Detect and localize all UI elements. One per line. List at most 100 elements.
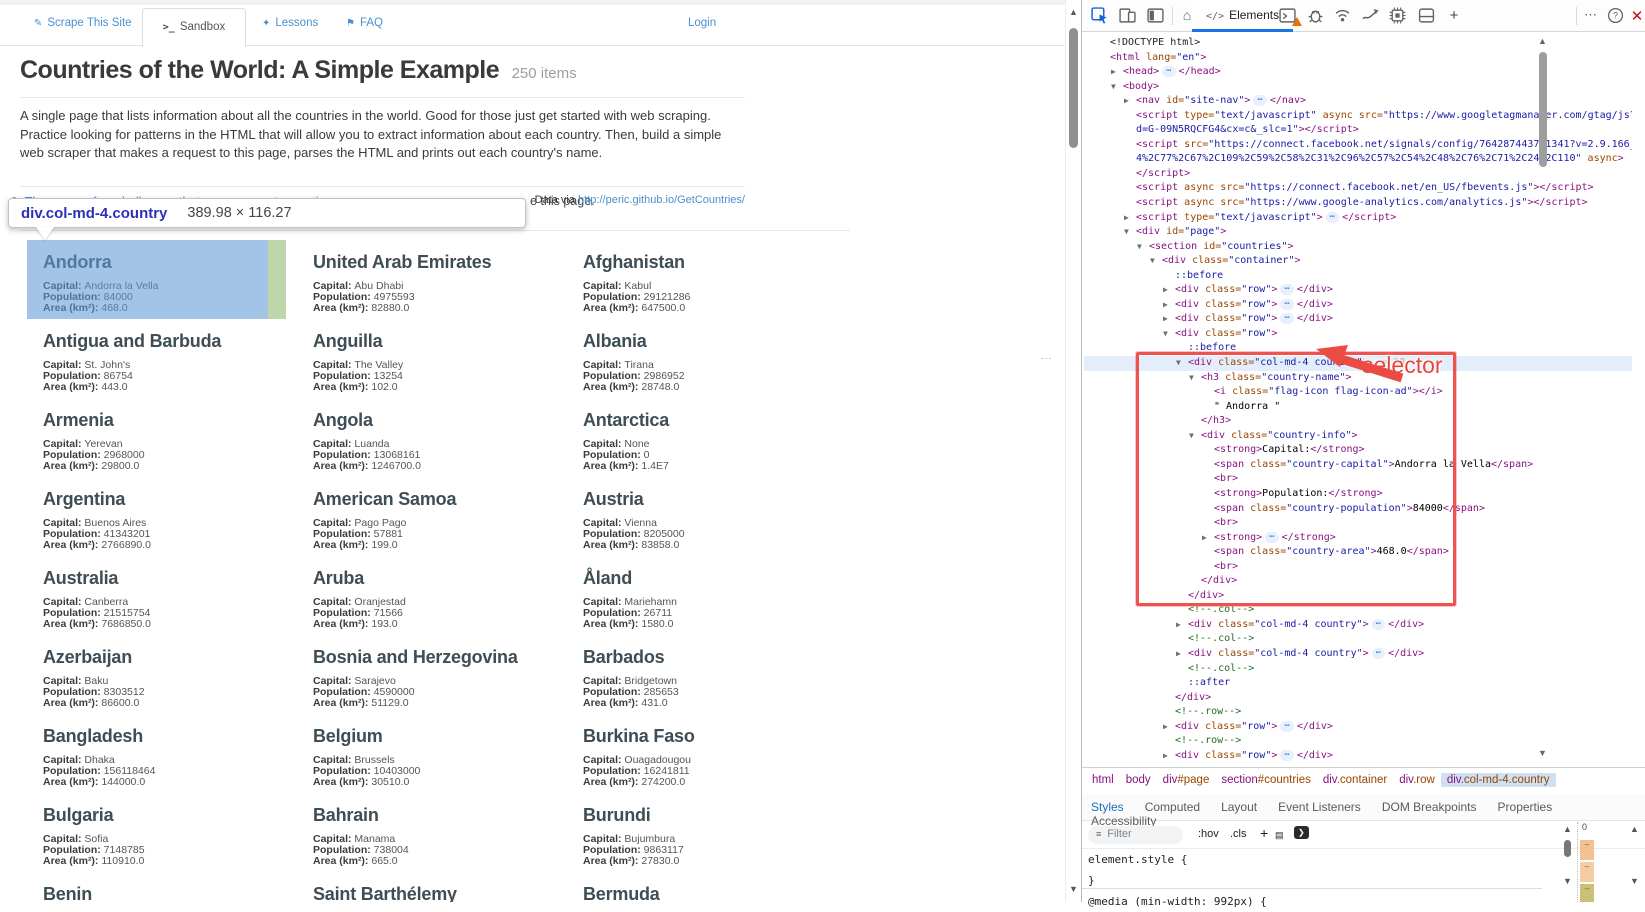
dom-tree-row[interactable]: </script> xyxy=(1084,167,1632,182)
more-options-icon[interactable]: ⋯ xyxy=(1582,7,1600,25)
nav-tab-sandbox[interactable]: >_Sandbox xyxy=(142,8,246,47)
inline-expand-icon[interactable]: ⋯ xyxy=(1280,750,1293,761)
dom-tree-row[interactable]: ▼<div class="container"> xyxy=(1084,254,1632,269)
dom-tree-row[interactable]: 4%2C77%2C67%2C109%2C59%2C58%2C31%2C96%2C… xyxy=(1084,152,1632,167)
dom-tree-row[interactable]: ▶<div class="col-md-4 country">⋯</div> xyxy=(1084,647,1632,662)
dom-tree-row[interactable]: <script src="https://connect.facebook.ne… xyxy=(1084,138,1632,153)
country-card[interactable]: United Arab EmiratesCapital: Abu DhabiPo… xyxy=(297,240,556,319)
new-style-rule-button[interactable]: + xyxy=(1260,825,1268,841)
issues-bug-icon[interactable] xyxy=(1306,7,1324,25)
close-icon[interactable]: ✕ xyxy=(1628,7,1645,25)
inline-expand-icon[interactable]: ⋯ xyxy=(1326,212,1339,223)
breadcrumb-div#page[interactable]: div#page xyxy=(1157,773,1216,787)
dom-tree-row[interactable]: ▶<head>⋯</head> xyxy=(1084,65,1632,80)
dom-tree-row[interactable]: ▶<div class="row">⋯</div> xyxy=(1084,298,1632,313)
country-card[interactable]: AntarcticaCapital: NonePopulation: 0Area… xyxy=(567,398,826,477)
country-card[interactable]: AlbaniaCapital: TiranaPopulation: 298695… xyxy=(567,319,826,398)
breadcrumb-body[interactable]: body xyxy=(1120,773,1157,787)
memory-cpu-icon[interactable] xyxy=(1388,7,1406,25)
tree-expand-icon[interactable]: ▼ xyxy=(1124,225,1136,240)
inline-expand-icon[interactable]: ⋯ xyxy=(1280,721,1293,732)
country-card[interactable]: ArubaCapital: OranjestadPopulation: 7156… xyxy=(297,556,556,635)
dom-tree-row[interactable]: ▶<div class="row">⋯</div> xyxy=(1084,312,1632,327)
tree-expand-icon[interactable]: ▶ xyxy=(1111,65,1123,80)
country-card[interactable]: American SamoaCapital: Pago PagoPopulati… xyxy=(297,477,556,556)
tree-expand-icon[interactable]: ▶ xyxy=(1176,647,1188,662)
tab-computed[interactable]: Computed xyxy=(1145,800,1200,814)
tab-event-listeners[interactable]: Event Listeners xyxy=(1278,800,1361,814)
tree-expand-icon[interactable]: ▶ xyxy=(1163,720,1175,735)
country-card[interactable]: BeninCapital: Porto-Novo xyxy=(27,872,286,902)
page-scrollbar-thumb[interactable] xyxy=(1069,28,1078,148)
dom-tree-row[interactable]: <!--.col--> xyxy=(1084,662,1632,677)
country-card[interactable]: BermudaCapital: Hamilton xyxy=(567,872,826,902)
inline-expand-icon[interactable]: ⋯ xyxy=(1372,648,1385,659)
rendering-brush-icon[interactable]: ▤ xyxy=(1275,830,1284,841)
country-card[interactable]: AngolaCapital: LuandaPopulation: 1306816… xyxy=(297,398,556,477)
dom-tree-row[interactable]: <!--.col--> xyxy=(1084,603,1632,618)
breadcrumb-html[interactable]: html xyxy=(1086,773,1120,787)
dom-tree-row[interactable]: ::after xyxy=(1084,676,1632,691)
tree-expand-icon[interactable]: ▶ xyxy=(1202,531,1214,546)
scroll-up-icon[interactable]: ▲ xyxy=(1069,7,1078,17)
dom-tree-row[interactable]: <script type="text/javascript" async src… xyxy=(1084,109,1632,124)
tree-expand-icon[interactable]: ▶ xyxy=(1124,211,1136,226)
country-card[interactable]: ArgentinaCapital: Buenos AiresPopulation… xyxy=(27,477,286,556)
breadcrumb-div.col-md-4.country[interactable]: div.col-md-4.country xyxy=(1441,773,1556,787)
dom-tree-row[interactable]: <strong>Population:</strong> xyxy=(1084,487,1632,502)
country-card[interactable]: AzerbaijanCapital: BakuPopulation: 83035… xyxy=(27,635,286,714)
tab-layout[interactable]: Layout xyxy=(1221,800,1257,814)
dom-tree-row[interactable]: " Andorra " xyxy=(1084,400,1632,415)
nav-link-lessons[interactable]: ✦Lessons xyxy=(262,17,318,29)
dom-tree-row[interactable]: ▼<div class="col-md-4 country"> == $0 xyxy=(1084,356,1632,371)
inline-expand-icon[interactable]: ⋯ xyxy=(1253,95,1266,106)
breadcrumb-section#countries[interactable]: section#countries xyxy=(1215,773,1317,787)
dom-tree-row[interactable]: ::before xyxy=(1084,341,1632,356)
dom-tree-row[interactable]: <br> xyxy=(1084,472,1632,487)
dom-tree-row[interactable]: <!--.row--> xyxy=(1084,734,1632,749)
tree-expand-icon[interactable]: ▶ xyxy=(1176,618,1188,633)
dom-tree-row[interactable]: ▶<script type="text/javascript">⋯</scrip… xyxy=(1084,211,1632,226)
dom-tree-row[interactable]: ▼<div class="row"> xyxy=(1084,327,1632,342)
dom-tree-row[interactable]: ▼<body> xyxy=(1084,80,1632,95)
tree-expand-icon[interactable]: ▼ xyxy=(1111,80,1123,95)
country-card[interactable]: BurundiCapital: BujumburaPopulation: 986… xyxy=(567,793,826,872)
inline-expand-icon[interactable]: ⋯ xyxy=(1162,66,1175,77)
country-card[interactable]: Antigua and BarbudaCapital: St. John'sPo… xyxy=(27,319,286,398)
inline-expand-icon[interactable]: ⋯ xyxy=(1372,619,1385,630)
toggle-cls-button[interactable]: .cls xyxy=(1230,828,1247,840)
dom-tree-row[interactable]: d=G-09N5RQCFG4&cx=c&_slc=1"></script> xyxy=(1084,123,1632,138)
tree-expand-icon[interactable]: ▼ xyxy=(1150,254,1162,269)
tree-scrollbar-thumb[interactable] xyxy=(1539,52,1547,167)
tab-styles[interactable]: Styles xyxy=(1091,800,1124,814)
dom-tree-row[interactable]: <!--.row--> xyxy=(1084,705,1632,720)
nav-link-faq[interactable]: ⚑FAQ xyxy=(346,17,383,29)
nav-link-login[interactable]: Login xyxy=(688,17,716,29)
country-card[interactable]: Burkina FasoCapital: OuagadougouPopulati… xyxy=(567,714,826,793)
country-card[interactable]: BahrainCapital: ManamaPopulation: 738004… xyxy=(297,793,556,872)
dom-tree-row[interactable]: </div> xyxy=(1084,691,1632,706)
styles-scroll-up-icon[interactable]: ▲ xyxy=(1563,824,1572,834)
country-card[interactable]: ArmeniaCapital: YerevanPopulation: 29680… xyxy=(27,398,286,477)
tree-expand-icon[interactable]: ▶ xyxy=(1124,94,1136,109)
dom-tree-row[interactable]: ▶<strong>⋯</strong> xyxy=(1084,531,1632,546)
tree-expand-icon[interactable]: ▶ xyxy=(1163,298,1175,313)
country-card[interactable]: AnguillaCapital: The ValleyPopulation: 1… xyxy=(297,319,556,398)
dom-tree-row[interactable]: <strong>Capital:</strong> xyxy=(1084,443,1632,458)
dom-tree-row[interactable]: <script async src="https://www.google-an… xyxy=(1084,196,1632,211)
application-icon[interactable] xyxy=(1417,7,1435,25)
country-card[interactable]: AndorraCapital: Andorra la VellaPopulati… xyxy=(27,240,286,319)
inline-expand-icon[interactable]: ⋯ xyxy=(1265,532,1278,543)
tab-dom-breakpoints[interactable]: DOM Breakpoints xyxy=(1382,800,1477,814)
styles-scroll-down-icon[interactable]: ▼ xyxy=(1563,876,1572,886)
breadcrumb-div.row[interactable]: div.row xyxy=(1393,773,1441,787)
country-card[interactable]: BulgariaCapital: SofiaPopulation: 714878… xyxy=(27,793,286,872)
scroll-down-icon[interactable]: ▼ xyxy=(1069,884,1078,894)
country-card[interactable]: AfghanistanCapital: KabulPopulation: 291… xyxy=(567,240,826,319)
country-card[interactable]: AustraliaCapital: CanberraPopulation: 21… xyxy=(27,556,286,635)
toggle-hov-button[interactable]: :hov xyxy=(1198,828,1219,840)
tree-expand-icon[interactable]: ▼ xyxy=(1137,240,1149,255)
tab-properties[interactable]: Properties xyxy=(1498,800,1553,814)
dom-tree-row[interactable]: ▶<div class="row">⋯</div> xyxy=(1084,720,1632,735)
country-card[interactable]: Saint BarthélemyCapital: Gustavia xyxy=(297,872,556,902)
